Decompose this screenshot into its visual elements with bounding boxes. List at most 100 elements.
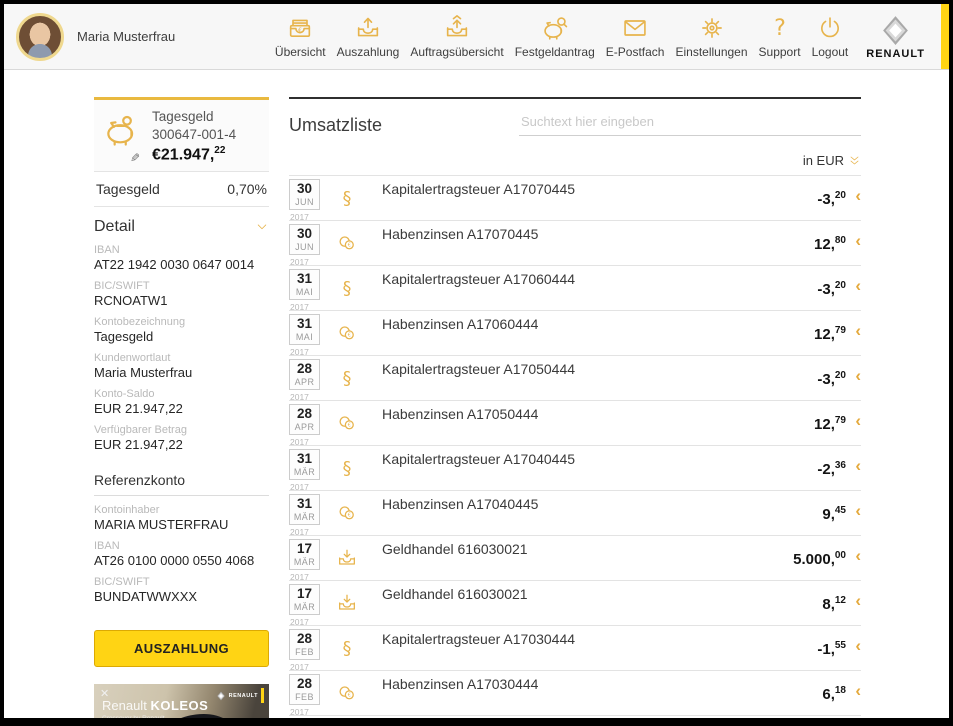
- field-value: AT22 1942 0030 0647 0014: [94, 257, 269, 272]
- field-label: IBAN: [94, 244, 269, 256]
- tray-arrow-down-icon: [336, 547, 358, 569]
- detail-section-toggle[interactable]: Detail: [94, 218, 269, 236]
- row-chevron-left-icon[interactable]: ‹: [846, 187, 861, 220]
- search-input[interactable]: [519, 112, 861, 136]
- power-icon: [816, 14, 844, 42]
- detail-field: IBAN AT22 1942 0030 0647 0014: [94, 244, 269, 272]
- transaction-date: 28 FEB 2017: [289, 626, 327, 670]
- field-value: BUNDATWWXXX: [94, 589, 269, 604]
- ad-subtitle: Crossover by Renault: [102, 715, 165, 718]
- row-chevron-left-icon[interactable]: ‹: [846, 412, 861, 445]
- detail-field: BIC/SWIFT RCNOATW1: [94, 280, 269, 308]
- transaction-row[interactable]: 28 APR 2017 Kapitalertragsteuer A1705044…: [289, 356, 861, 401]
- panel-top-rule: [289, 97, 861, 99]
- transaction-row[interactable]: 31 MAI 2017 Habenzinsen A17060444 12,79 …: [289, 311, 861, 356]
- detail-field: Kontobezeichnung Tagesgeld: [94, 316, 269, 344]
- row-chevron-left-icon[interactable]: ‹: [846, 277, 861, 310]
- transaction-amount: 12,79: [814, 325, 846, 355]
- field-label: BIC/SWIFT: [94, 280, 269, 292]
- row-chevron-left-icon[interactable]: ‹: [846, 637, 861, 670]
- transaction-description: Kapitalertragsteuer A17030444: [382, 631, 817, 670]
- user-avatar[interactable]: [16, 13, 64, 61]
- field-value: RCNOATW1: [94, 293, 269, 308]
- nav-item[interactable]: E-Postfach: [604, 14, 667, 59]
- transaction-row[interactable]: 30 JUN 2017 Kapitalertragsteuer A1707044…: [289, 176, 861, 221]
- field-label: Konto-Saldo: [94, 388, 269, 400]
- field-label: Kontoinhaber: [94, 504, 269, 516]
- date-badge: 28 FEB: [289, 629, 320, 660]
- row-chevron-left-icon[interactable]: ‹: [846, 457, 861, 490]
- nav-item-label: Auszahlung: [337, 45, 400, 59]
- user-name: Maria Musterfrau: [77, 29, 175, 44]
- row-chevron-left-icon[interactable]: ‹: [846, 322, 861, 355]
- paragraph-icon: [336, 367, 358, 389]
- transaction-row[interactable]: 17 MÄR 2017 Geldhandel 616030021 5.000,0…: [289, 536, 861, 581]
- transaction-row[interactable]: 28 APR 2017 Habenzinsen A17050444 12,79 …: [289, 401, 861, 446]
- paragraph-icon: [336, 457, 358, 479]
- transaction-row[interactable]: 31 MÄR 2017 Kapitalertragsteuer A1704044…: [289, 446, 861, 491]
- row-chevron-left-icon[interactable]: ‹: [846, 592, 861, 625]
- rate-label: Tagesgeld: [96, 181, 160, 197]
- transaction-amount: 5.000,00: [793, 550, 846, 580]
- page-title: Umsatzliste: [289, 115, 382, 136]
- top-bar: Maria Musterfrau Übersicht Auszahlung Au…: [4, 4, 949, 70]
- account-sidebar: ✎ Tagesgeld 300647-001-4 €21.947,22 Tage…: [94, 97, 269, 718]
- row-chevron-left-icon[interactable]: ‹: [846, 232, 861, 265]
- nav-item[interactable]: Support: [757, 14, 803, 59]
- nav-item[interactable]: Auszahlung: [335, 14, 402, 59]
- paragraph-icon: [336, 277, 358, 299]
- nav-item[interactable]: Festgeldantrag: [513, 14, 597, 59]
- account-card[interactable]: ✎ Tagesgeld 300647-001-4 €21.947,22: [94, 97, 269, 172]
- date-badge: 31 MAI: [289, 314, 320, 345]
- transaction-date: 30 JUN 2017: [289, 221, 327, 265]
- transaction-date: 28 APR 2017: [289, 401, 327, 445]
- nav-item[interactable]: Übersicht: [273, 14, 328, 59]
- gear-icon: [698, 14, 726, 42]
- transaction-description: Habenzinsen A17040445: [382, 496, 822, 535]
- detail-field: Konto-Saldo EUR 21.947,22: [94, 388, 269, 416]
- transaction-amount: 9,45: [822, 505, 846, 535]
- transaction-amount: -1,55: [817, 640, 846, 670]
- nav-item[interactable]: Auftragsübersicht: [408, 14, 505, 59]
- payout-button[interactable]: AUSZAHLUNG: [94, 630, 269, 667]
- transaction-date: 31 MAI 2017: [289, 266, 327, 310]
- transaction-row[interactable]: 17 MÄR 2017 Geldhandel 616030021 8,12 ‹: [289, 581, 861, 626]
- field-label: Kontobezeichnung: [94, 316, 269, 328]
- row-chevron-left-icon[interactable]: ‹: [846, 547, 861, 580]
- koleos-ad-banner[interactable]: ✕ Renault KOLEOS Crossover by Renault RE…: [94, 684, 269, 718]
- field-label: BIC/SWIFT: [94, 576, 269, 588]
- nav-item[interactable]: Logout: [810, 14, 851, 59]
- transaction-date: 17 MÄR 2017: [289, 581, 327, 625]
- transaction-row[interactable]: 28 FEB 2017 Habenzinsen A17030444 6,18 ‹: [289, 671, 861, 716]
- date-badge: 31 MÄR: [289, 449, 320, 480]
- transaction-description: Habenzinsen A17070445: [382, 226, 814, 265]
- coins-icon: [336, 412, 358, 434]
- field-value: EUR 21.947,22: [94, 401, 269, 416]
- question-mark-icon: [766, 14, 794, 42]
- transaction-row[interactable]: 31 MÄR 2017 Habenzinsen A17040445 9,45 ‹: [289, 491, 861, 536]
- ad-title: Renault KOLEOS: [102, 698, 208, 713]
- transaction-row[interactable]: 30 JUN 2017 Habenzinsen A17070445 12,80 …: [289, 221, 861, 266]
- tray-arrow-up-icon: [354, 14, 382, 42]
- nav-item-label: Auftragsübersicht: [410, 45, 503, 59]
- row-chevron-left-icon[interactable]: ‹: [846, 502, 861, 535]
- transaction-amount: -3,20: [817, 190, 846, 220]
- currency-sort-control[interactable]: in EUR: [289, 153, 861, 168]
- renault-diamond-icon: [879, 14, 912, 47]
- coins-icon: [336, 322, 358, 344]
- transaction-row[interactable]: 31 MAI 2017 Kapitalertragsteuer A1706044…: [289, 266, 861, 311]
- edit-pencil-icon[interactable]: ✎: [130, 151, 140, 165]
- nav-item-label: Einstellungen: [675, 45, 747, 59]
- date-badge: 28 FEB: [289, 674, 320, 705]
- cash-drawer-icon: [286, 14, 314, 42]
- transaction-description: Kapitalertragsteuer A17040445: [382, 451, 817, 490]
- detail-field: Verfügbarer Betrag EUR 21.947,22: [94, 424, 269, 452]
- field-label: Kundenwortlaut: [94, 352, 269, 364]
- nav-item[interactable]: Einstellungen: [673, 14, 749, 59]
- transaction-row[interactable]: 28 FEB 2017 Kapitalertragsteuer A1703044…: [289, 626, 861, 671]
- transaction-description: Kapitalertragsteuer A17060444: [382, 271, 817, 310]
- transaction-description: Geldhandel 616030021: [382, 541, 793, 580]
- row-chevron-left-icon[interactable]: ‹: [846, 367, 861, 400]
- reference-field: IBAN AT26 0100 0000 0550 4068: [94, 540, 269, 568]
- row-chevron-left-icon[interactable]: ‹: [846, 682, 861, 715]
